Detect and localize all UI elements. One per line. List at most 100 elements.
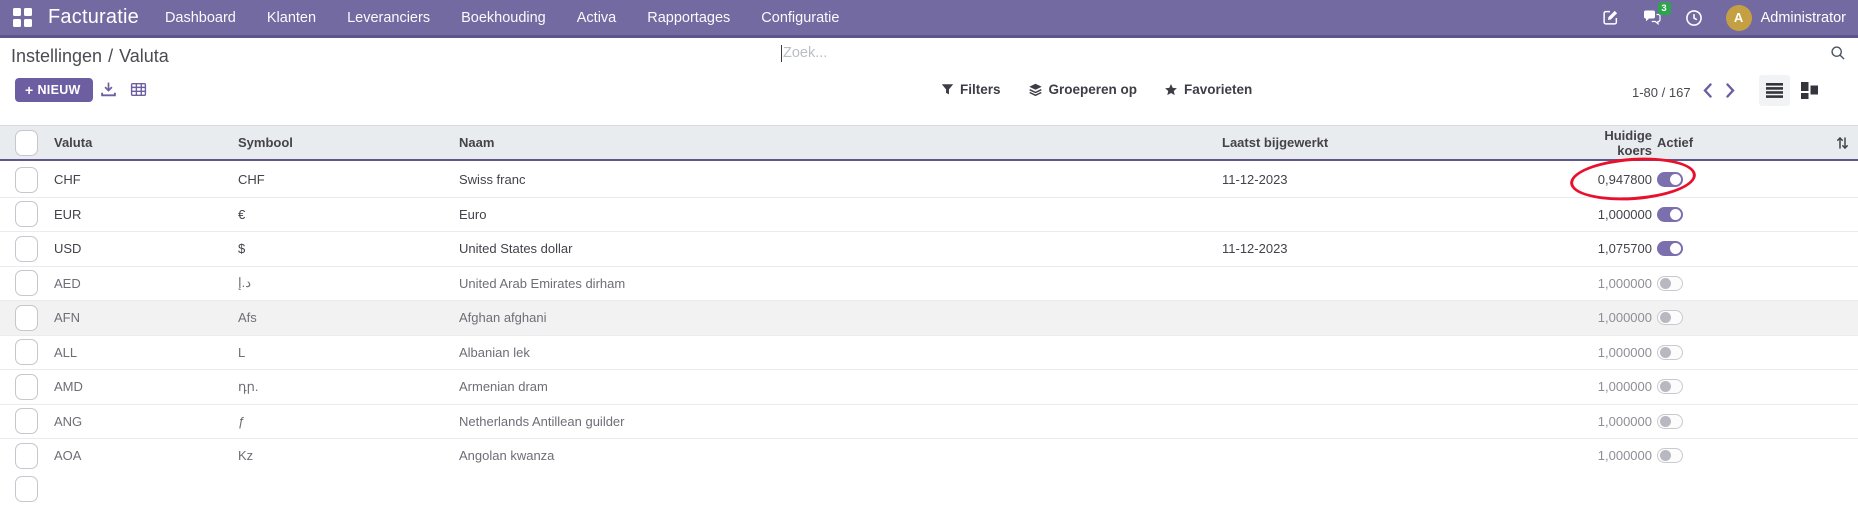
cell-currency-code: AED	[54, 276, 238, 291]
pager-range[interactable]: 1-80 / 167	[1632, 85, 1691, 100]
cell-currency-code: AFN	[54, 310, 238, 325]
cell-current-rate: 1,000000	[1574, 310, 1652, 325]
active-toggle[interactable]	[1657, 414, 1683, 429]
column-header-valuta[interactable]: Valuta	[54, 135, 238, 150]
cell-currency-code: ANG	[54, 414, 238, 429]
row-checkbox[interactable]	[15, 305, 38, 331]
filters-label: Filters	[960, 82, 1001, 97]
cell-current-rate: 1,000000	[1574, 414, 1652, 429]
pager-previous-icon[interactable]	[1703, 83, 1712, 98]
nav-menu-item[interactable]: Boekhouding	[461, 10, 546, 26]
select-all-checkbox[interactable]	[15, 130, 38, 156]
active-toggle[interactable]	[1657, 207, 1683, 222]
active-toggle[interactable]	[1657, 448, 1683, 463]
nav-menu-item[interactable]: Leveranciers	[347, 10, 430, 26]
active-toggle[interactable]	[1657, 172, 1683, 187]
row-checkbox[interactable]	[15, 443, 38, 469]
new-button[interactable]: + NIEUW	[15, 78, 93, 102]
row-checkbox[interactable]	[15, 167, 38, 193]
cell-currency-code: EUR	[54, 207, 238, 222]
search-icon	[1830, 45, 1846, 61]
new-button-label: NIEUW	[37, 83, 80, 97]
table-row-partial[interactable]	[0, 472, 1858, 506]
breadcrumb-settings-link[interactable]: Instellingen	[11, 46, 102, 66]
row-checkbox[interactable]	[15, 201, 38, 227]
row-checkbox[interactable]	[15, 374, 38, 400]
user-name[interactable]: Administrator	[1761, 10, 1846, 26]
cell-symbol: Afs	[238, 310, 459, 325]
activity-clock-icon[interactable]	[1685, 9, 1703, 27]
table-body: CHF CHF Swiss franc 11-12-2023 0,947800 …	[0, 163, 1858, 474]
nav-menu-item[interactable]: Configuratie	[761, 10, 839, 26]
cell-current-rate: 1,000000	[1574, 448, 1652, 463]
apps-grid-icon[interactable]	[13, 8, 32, 27]
table-header-row: Valuta Symbool Naam Laatst bijgewerkt Hu…	[0, 125, 1858, 161]
group-by-button[interactable]: Groeperen op	[1028, 82, 1138, 97]
nav-menu: Dashboard Klanten Leveranciers Boekhouding A…	[165, 10, 840, 26]
nav-menu-item[interactable]: Rapportages	[647, 10, 730, 26]
column-header-actief[interactable]: Actief	[1652, 135, 1712, 150]
message-count-badge: 3	[1658, 2, 1671, 15]
favorites-button[interactable]: Favorieten	[1164, 82, 1252, 97]
cell-currency-code: CHF	[54, 172, 238, 187]
table-row[interactable]: AMD դր. Armenian dram 1,000000	[0, 370, 1858, 405]
breadcrumb: Instellingen/Valuta	[11, 46, 169, 67]
table-row[interactable]: EUR € Euro 1,000000	[0, 198, 1858, 233]
pager-next-icon[interactable]	[1726, 83, 1735, 98]
table-row[interactable]: CHF CHF Swiss franc 11-12-2023 0,947800	[0, 163, 1858, 198]
active-toggle[interactable]	[1657, 310, 1683, 325]
cell-currency-name: Albanian lek	[459, 345, 1222, 360]
cell-currency-name: Armenian dram	[459, 379, 1222, 394]
cell-symbol: դր.	[238, 379, 459, 395]
active-toggle[interactable]	[1657, 241, 1683, 256]
download-export-icon[interactable]	[100, 81, 117, 98]
navbar-right: 3 A Administrator	[1602, 5, 1846, 31]
column-header-symbool[interactable]: Symbool	[238, 135, 459, 150]
messages-icon[interactable]: 3	[1642, 9, 1662, 26]
cell-last-updated: 11-12-2023	[1222, 172, 1574, 187]
search-input[interactable]	[782, 45, 1830, 61]
layers-icon	[1028, 82, 1043, 97]
column-header-naam[interactable]: Naam	[459, 135, 1222, 150]
table-row[interactable]: ANG ƒ Netherlands Antillean guilder 1,00…	[0, 405, 1858, 440]
nav-menu-item[interactable]: Activa	[577, 10, 617, 26]
user-avatar[interactable]: A	[1726, 5, 1752, 31]
cell-currency-code: AMD	[54, 379, 238, 394]
cell-current-rate: 1,000000	[1574, 379, 1652, 394]
nav-menu-item[interactable]: Klanten	[267, 10, 316, 26]
search-controls: Filters Groeperen op Favorieten	[941, 82, 1252, 97]
column-header-laatst-bijgewerkt[interactable]: Laatst bijgewerkt	[1222, 135, 1574, 150]
nav-menu-item[interactable]: Dashboard	[165, 10, 236, 26]
table-row[interactable]: AED د.إ United Arab Emirates dirham 1,00…	[0, 267, 1858, 302]
table-row[interactable]: USD $ United States dollar 11-12-2023 1,…	[0, 232, 1858, 267]
spreadsheet-grid-icon[interactable]	[130, 81, 147, 98]
cell-symbol: $	[238, 241, 459, 256]
cell-current-rate: 1,000000	[1574, 207, 1652, 222]
cell-current-rate: 1,075700	[1574, 241, 1652, 256]
column-header-huidige-koers[interactable]: Huidige koers	[1574, 128, 1652, 158]
cell-currency-name: Swiss franc	[459, 172, 1222, 187]
table-row[interactable]: AFN Afs Afghan afghani 1,000000	[0, 301, 1858, 336]
app-name[interactable]: Facturatie	[48, 6, 139, 29]
cell-currency-name: Euro	[459, 207, 1222, 222]
cell-currency-name: Netherlands Antillean guilder	[459, 414, 1222, 429]
optional-columns-icon[interactable]	[1836, 136, 1849, 150]
filters-button[interactable]: Filters	[941, 82, 1001, 97]
cell-current-rate: 1,000000	[1574, 345, 1652, 360]
active-toggle[interactable]	[1657, 379, 1683, 394]
row-checkbox[interactable]	[15, 408, 38, 434]
active-toggle[interactable]	[1657, 345, 1683, 360]
cell-currency-code: AOA	[54, 448, 238, 463]
compose-edit-icon[interactable]	[1602, 9, 1619, 26]
row-checkbox[interactable]	[15, 236, 38, 262]
active-toggle[interactable]	[1657, 276, 1683, 291]
table-row[interactable]: ALL L Albanian lek 1,000000	[0, 336, 1858, 371]
list-view-toggle-icon[interactable]	[1759, 75, 1790, 106]
row-checkbox[interactable]	[15, 270, 38, 296]
kanban-view-toggle-icon[interactable]	[1801, 82, 1818, 99]
table-row[interactable]: AOA Kz Angolan kwanza 1,000000	[0, 439, 1858, 474]
row-checkbox[interactable]	[15, 339, 38, 365]
cell-current-rate: 1,000000	[1574, 276, 1652, 291]
breadcrumb-current: Valuta	[119, 46, 169, 66]
cell-currency-name: Angolan kwanza	[459, 448, 1222, 463]
